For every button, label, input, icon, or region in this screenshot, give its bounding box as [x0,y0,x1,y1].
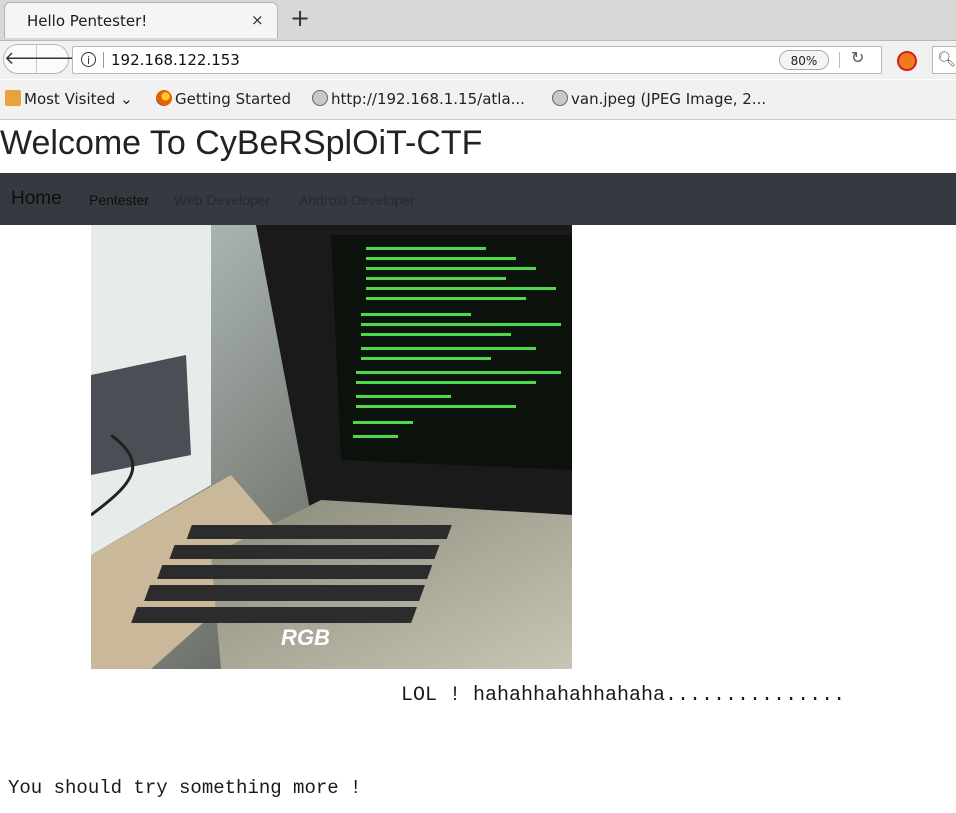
bookmark-most-visited[interactable]: Most Visited ⌄ [5,90,133,108]
nav-link-web-developer[interactable]: Web Developer [174,192,270,208]
laptop-code-image: RGB [91,225,572,669]
back-forward-group: 🡐 🡒 [3,44,88,74]
page-title: Welcome To CyBeRSplOiT-CTF [0,124,483,162]
forward-arrow-icon[interactable]: 🡒 [40,45,88,73]
lol-message: LOL ! hahahhahahhahaha............... [401,684,846,707]
bookmarks-toolbar: Most Visited ⌄ Getting Started http://19… [0,80,956,120]
firefox-icon [156,90,172,106]
bookmark-atla-link[interactable]: http://192.168.1.15/atla... [312,90,525,108]
bookmark-label: Most Visited [24,90,116,108]
bookmark-label: Getting Started [175,90,291,108]
try-more-message: You should try something more ! [8,777,362,799]
nav-link-pentester[interactable]: Pentester [89,192,149,208]
globe-icon [312,90,328,106]
url-separator-right [839,52,840,68]
nav-link-android-developer[interactable]: Android Developer [299,192,415,208]
zoom-level-button[interactable]: 80% [779,50,829,70]
back-arrow-icon[interactable]: 🡐 [4,45,52,73]
search-icon: 🔍︎ [937,50,956,68]
bookmark-van-jpeg[interactable]: van.jpeg (JPEG Image, 2... [552,90,766,108]
tab-close-icon[interactable]: × [251,11,264,29]
chevron-down-icon: ⌄ [115,90,133,108]
url-text[interactable]: 192.168.122.153 [111,51,240,69]
reload-icon[interactable]: ↻ [851,48,864,67]
globe-icon [552,90,568,106]
site-navbar: Home Pentester Web Developer Android Dev… [0,173,956,225]
navigation-toolbar: 🡐 🡒 i 192.168.122.153 80% ↻ [0,41,956,79]
info-icon[interactable]: i [81,52,96,67]
url-separator [103,52,104,68]
search-input[interactable]: 🔍︎ [932,46,956,74]
bookmark-getting-started[interactable]: Getting Started [156,90,291,108]
tab-title: Hello Pentester! [27,12,148,30]
folder-icon [5,90,21,106]
new-tab-button[interactable]: + [290,4,310,32]
nav-home-link[interactable]: Home [11,188,62,210]
browser-tab[interactable]: Hello Pentester! × [4,2,278,38]
adblock-icon[interactable] [897,51,917,71]
tab-strip: Hello Pentester! × + [0,0,956,41]
rgb-watermark: RGB [281,625,330,650]
address-bar[interactable]: i 192.168.122.153 80% ↻ [72,46,882,74]
bookmark-label: http://192.168.1.15/atla... [331,90,525,108]
bookmark-label: van.jpeg (JPEG Image, 2... [571,90,767,108]
